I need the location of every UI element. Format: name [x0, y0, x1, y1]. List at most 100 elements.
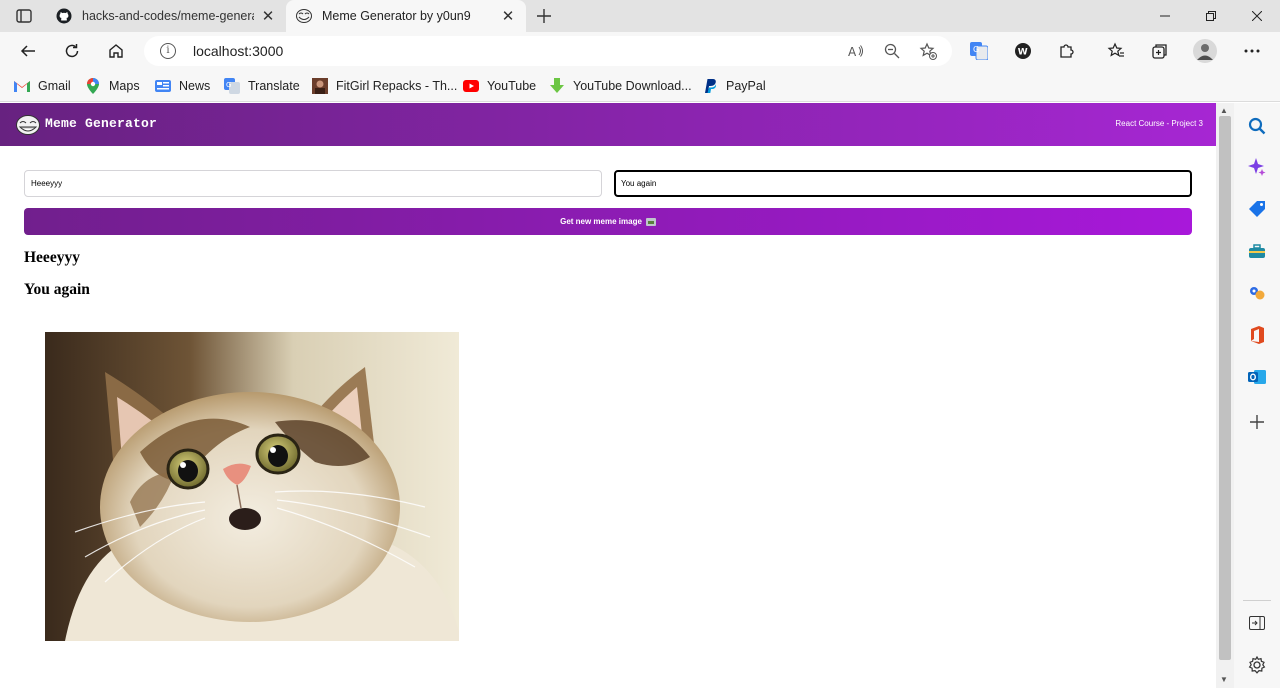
google-translate-icon: G	[970, 42, 988, 60]
minimize-button[interactable]	[1142, 0, 1188, 32]
bookmark-label: Gmail	[38, 79, 71, 93]
sidebar-search-button[interactable]	[1246, 115, 1268, 137]
scroll-up-arrow-icon[interactable]: ▲	[1220, 106, 1228, 115]
bottom-text-input[interactable]	[614, 170, 1192, 197]
app-subtitle: React Course - Project 3	[1115, 119, 1203, 128]
translate-extension-button[interactable]: G	[965, 37, 993, 65]
bookmark-label: Translate	[248, 79, 300, 93]
sidebar-shopping-button[interactable]	[1246, 198, 1268, 220]
bookmark-label: YouTube	[487, 79, 537, 93]
back-button[interactable]	[14, 37, 42, 65]
tab-title: Meme Generator by y0un9	[322, 9, 471, 23]
svg-text:W: W	[1018, 48, 1028, 58]
bookmark-fitgirl[interactable]: FitGirl Repacks - Th...	[312, 76, 457, 96]
toolbox-icon	[1249, 244, 1265, 258]
bookmark-youtube[interactable]: YouTube	[463, 76, 536, 96]
read-aloud-icon[interactable]: A	[846, 41, 866, 61]
news-icon	[155, 78, 171, 94]
refresh-icon	[65, 44, 79, 58]
sidebar-add-button[interactable]	[1246, 411, 1268, 433]
top-text-input[interactable]	[24, 170, 602, 197]
troll-face-icon	[296, 8, 312, 24]
tab-meme-generator[interactable]: Meme Generator by y0un9 ✕	[286, 0, 526, 32]
meme-top-text: Heeeyyy	[24, 249, 80, 266]
close-window-button[interactable]	[1234, 0, 1280, 32]
extensions-button[interactable]	[1053, 37, 1081, 65]
office-icon	[1251, 326, 1264, 344]
minimize-icon	[1160, 15, 1170, 17]
youtube-icon	[463, 78, 479, 94]
sidebar-games-button[interactable]	[1246, 282, 1268, 304]
tab-actions-icon	[16, 9, 32, 23]
app-title: Meme Generator	[45, 116, 158, 131]
bookmark-maps[interactable]: Maps	[85, 76, 140, 96]
app-header: Meme Generator React Course - Project 3	[0, 103, 1216, 146]
settings-and-more-button[interactable]	[1238, 37, 1266, 65]
get-new-meme-button[interactable]: Get new meme image	[24, 208, 1192, 235]
plus-icon	[1250, 415, 1264, 429]
bookmark-translate[interactable]: G Translate	[224, 76, 300, 96]
add-favorite-icon[interactable]	[918, 41, 938, 61]
sidebar-tools-button[interactable]	[1246, 240, 1268, 262]
sidebar-hide-button[interactable]	[1246, 612, 1268, 634]
page-viewport: Meme Generator React Course - Project 3 …	[0, 103, 1216, 688]
sidebar-settings-button[interactable]	[1246, 654, 1268, 676]
refresh-button[interactable]	[58, 37, 86, 65]
page-scrollbar[interactable]: ▲ ▼	[1216, 103, 1234, 688]
bookmark-news[interactable]: News	[155, 76, 210, 96]
fitgirl-icon	[312, 78, 328, 94]
shopping-tag-icon	[1249, 201, 1265, 217]
search-icon	[1248, 117, 1266, 135]
close-icon	[1252, 11, 1262, 21]
sidebar-office-button[interactable]	[1246, 324, 1268, 346]
bookmark-gmail[interactable]: Gmail	[14, 76, 71, 96]
sidebar-outlook-button[interactable]	[1246, 366, 1268, 388]
sparkle-icon	[1248, 158, 1266, 176]
games-icon	[1250, 287, 1265, 300]
troll-face-icon	[16, 115, 40, 135]
bookmark-label: News	[179, 79, 211, 93]
close-tab-icon[interactable]: ✕	[260, 8, 276, 25]
bookmark-label: PayPal	[726, 79, 766, 93]
collections-button[interactable]	[1146, 37, 1174, 65]
avatar	[1193, 39, 1217, 63]
gmail-icon	[14, 78, 30, 94]
address-url[interactable]: localhost:3000	[193, 43, 283, 59]
tab-strip: hacks-and-codes/meme-generat ✕ Meme Gene…	[0, 0, 1280, 32]
favorites-button[interactable]	[1102, 37, 1130, 65]
bookmark-youtube-download[interactable]: YouTube Download...	[549, 76, 692, 96]
bookmark-label: FitGirl Repacks - Th...	[336, 79, 458, 93]
collections-icon	[1152, 44, 1167, 59]
zoom-out-icon[interactable]	[882, 41, 902, 61]
profile-button[interactable]	[1191, 37, 1219, 65]
sidebar-copilot-button[interactable]	[1246, 156, 1268, 178]
gear-icon	[1248, 656, 1266, 674]
home-button[interactable]	[102, 37, 130, 65]
bookmarks-bar: Gmail Maps News G Translate FitGirl Repa…	[0, 70, 1280, 102]
outlook-icon	[1248, 370, 1266, 384]
back-arrow-icon	[20, 45, 35, 57]
tab-title: hacks-and-codes/meme-generat	[82, 9, 254, 23]
tab-actions-button[interactable]	[10, 5, 38, 27]
address-bar[interactable]: i localhost:3000 A	[144, 36, 952, 66]
bookmark-paypal[interactable]: PayPal	[702, 76, 766, 96]
favorites-star-list-icon	[1107, 42, 1124, 57]
close-tab-icon[interactable]: ✕	[500, 8, 516, 25]
wordtune-extension-button[interactable]: W	[1009, 37, 1037, 65]
new-tab-button[interactable]	[532, 4, 556, 28]
tab-github[interactable]: hacks-and-codes/meme-generat ✕	[46, 0, 286, 32]
more-dots-icon	[1244, 49, 1260, 53]
svg-text:G: G	[226, 81, 231, 89]
edge-sidebar	[1234, 103, 1280, 688]
get-new-meme-label: Get new meme image	[560, 217, 642, 226]
scroll-down-arrow-icon[interactable]: ▼	[1220, 675, 1228, 684]
site-info-icon[interactable]: i	[160, 43, 176, 59]
hide-sidebar-icon	[1249, 616, 1265, 630]
scrollbar-thumb[interactable]	[1219, 116, 1231, 660]
restore-button[interactable]	[1188, 0, 1234, 32]
puzzle-icon	[1060, 44, 1074, 58]
meme-bottom-text: You again	[24, 281, 90, 298]
translate-icon: G	[224, 78, 240, 94]
home-icon	[109, 44, 123, 58]
paypal-icon	[702, 78, 718, 94]
